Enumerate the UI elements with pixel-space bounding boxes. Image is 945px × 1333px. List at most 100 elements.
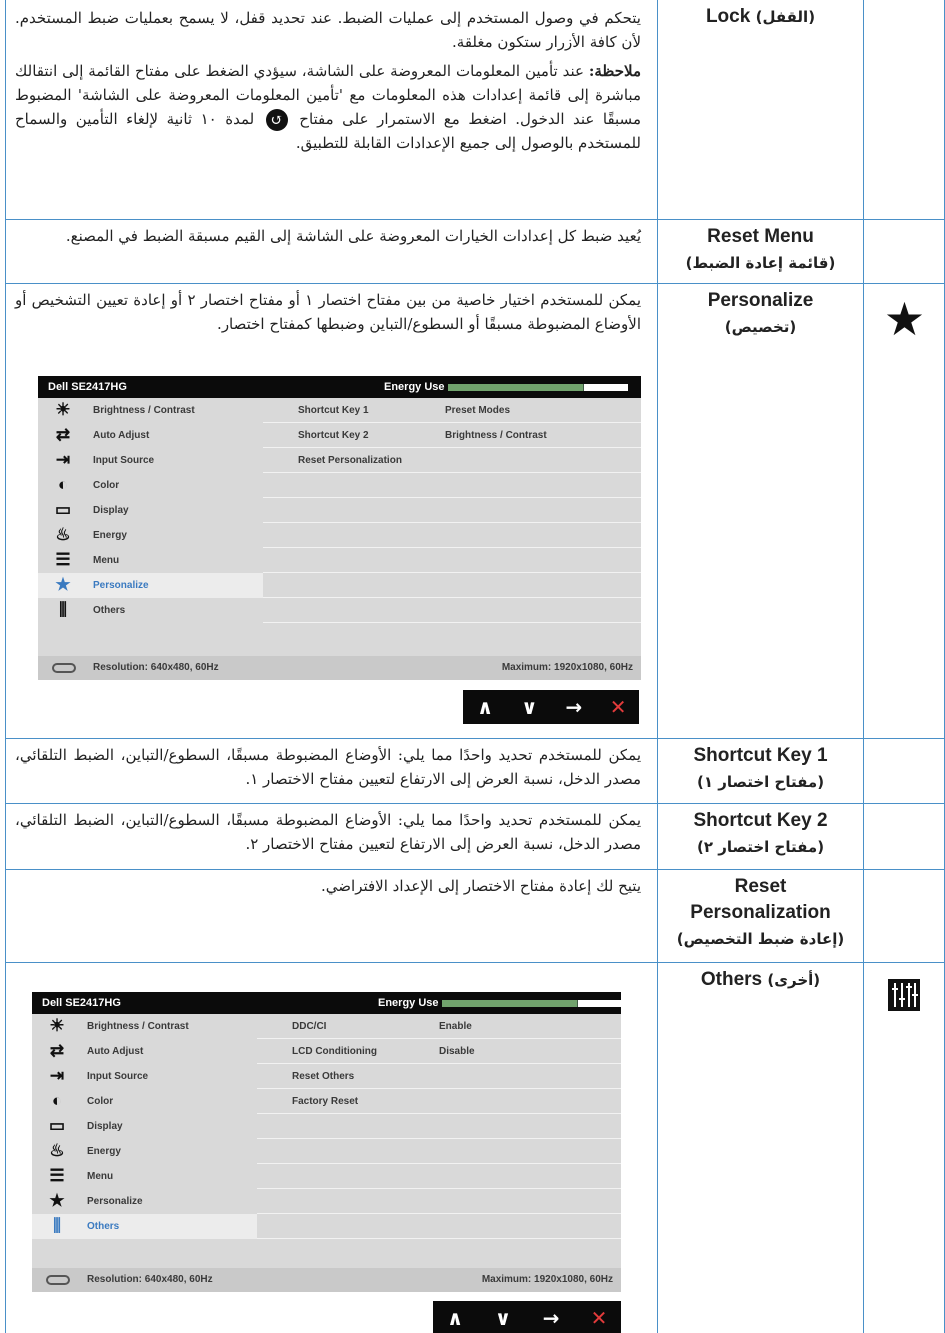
shortcut1-name-en: Shortcut Key 1 [693,745,828,766]
personalize-name: Personalize (تخصيص) [658,284,863,364]
lock-name: Lock (القفل) [658,0,863,219]
osd-option-label: Shortcut Key 1 [298,405,369,416]
shortcut2-description: يمكن للمستخدم تحديد واحدًا مما يلي: الأو… [5,804,657,869]
reset-personalization-name: Reset Personalization (إعادة ضبط التخصيص) [658,870,863,962]
osd-menu-item: ▭ Display [32,1114,257,1139]
energy-use-fill [442,1000,577,1007]
osd-submenu: DDC/CI Enable LCD Conditioning Disable Reset… [257,1014,621,1239]
table-divider-name [863,0,864,1333]
up-arrow-icon: ∧ [477,695,494,719]
osd-nav-buttons: ∧ ∨ → ✕ [433,1301,621,1333]
others-sliders-icon [864,975,945,1015]
osd-menu-item-label: Display [87,1121,123,1132]
osd-submenu-row: Factory Reset [257,1089,621,1114]
osd-option-label: Shortcut Key 2 [298,430,369,441]
osd-submenu: Shortcut Key 1 Preset Modes Shortcut Key 2… [263,398,641,623]
others-name-ar: (أخرى) [767,971,821,989]
osd-resolution: Resolution: 640x480, 60Hz [87,1274,213,1285]
display-icon: ▭ [48,1116,66,1135]
osd-main-menu: ☀ Brightness / Contrast ⇄ Auto Adjust ⇥ Input… [32,1014,257,1239]
energy-icon: ♨ [55,525,71,544]
osd-menu-item-label: Personalize [87,1196,143,1207]
osd-option-label: Reset Others [292,1071,355,1082]
reset-menu-description: يُعيد ضبط كل إعدادات الخيارات المعروضة ع… [5,220,657,283]
down-arrow-icon: ∨ [521,695,538,719]
others-sliders-icon: ⫼ [53,1216,61,1235]
osd-submenu-row [263,473,641,498]
shortcut1-name-ar: (مفتاح اختصار ١) [696,773,825,791]
osd-menu-item: ⇥ Input Source [32,1064,257,1089]
osd-menu-item-label: Input Source [93,455,155,466]
osd-menu-item-label: Personalize [93,580,149,591]
osd-max-resolution: Maximum: 1920x1080, 60Hz [501,662,633,673]
energy-use-bar [448,384,628,391]
auto-adjust-icon: ⇄ [55,425,71,444]
osd-submenu-row: Shortcut Key 1 Preset Modes [263,398,641,423]
osd-menu-item: ▭ Display [38,498,263,523]
osd-menu-item: ☀ Brightness / Contrast [32,1014,257,1039]
osd-menu-item: ☰ Menu [32,1164,257,1189]
osd-menu-item: ★ Personalize [38,573,263,598]
color-icon: ◐ [57,475,69,494]
osd-others-screenshot: Dell SE2417HG Energy Use ☀ Brightness / Con… [32,992,622,1292]
osd-submenu-row: Reset Others [257,1064,621,1089]
osd-menu-item: ◐ Color [32,1089,257,1114]
osd-menu-item-label: Brightness / Contrast [93,405,195,416]
osd-submenu-row: DDC/CI Enable [257,1014,621,1039]
osd-menu-item: ♨ Energy [32,1139,257,1164]
right-arrow-icon: → [542,1306,560,1330]
osd-submenu-row: Shortcut Key 2 Brightness / Contrast [263,423,641,448]
brightness-icon: ☀ [55,400,71,419]
star-icon: ★ [55,575,71,594]
lock-desc-text: يتحكم في وصول المستخدم إلى عمليات الضبط.… [15,9,641,51]
brightness-icon: ☀ [49,1016,65,1035]
energy-icon: ♨ [49,1141,65,1160]
close-icon: ✕ [609,695,627,719]
osd-submenu-row [257,1214,621,1239]
osd-option-label: LCD Conditioning [292,1046,377,1057]
osd-submenu-row [257,1164,621,1189]
osd-submenu-row [263,548,641,573]
osd-submenu-row [263,498,641,523]
display-icon: ▭ [54,500,72,519]
osd-menu-item: ☀ Brightness / Contrast [38,398,263,423]
menu-icon: ☰ [49,1166,65,1185]
osd-status-bar: Resolution: 640x480, 60Hz Maximum: 1920x1… [32,1268,621,1292]
osd-model-name: Dell SE2417HG [42,997,121,1009]
personalize-desc-text: يمكن للمستخدم اختيار خاصية من بين مفتاح … [15,291,641,333]
osd-menu-item-label: Color [93,480,120,491]
note-label: ملاحظة: [588,62,641,80]
osd-option-value: Enable [439,1021,472,1032]
energy-use-max [578,1000,622,1007]
vga-connector-icon [52,663,76,673]
osd-option-value: Disable [439,1046,475,1057]
personalize-name-ar: (تخصيص) [724,318,797,336]
reset-menu-desc-text: يُعيد ضبط كل إعدادات الخيارات المعروضة ع… [65,227,641,245]
reset-menu-name-en: Reset Menu [707,226,814,247]
osd-energy-label: Energy Use [378,997,439,1009]
osd-option-label: Reset Personalization [298,455,402,466]
osd-menu-item: ⫼ Others [32,1214,257,1239]
down-arrow-icon: ∨ [494,1306,512,1330]
osd-submenu-row: Reset Personalization [263,448,641,473]
osd-menu-item-label: Display [93,505,129,516]
osd-status-bar: Resolution: 640x480, 60Hz Maximum: 1920x1… [38,656,641,680]
others-name-en: Others [700,969,763,990]
osd-menu-item: ⫼ Others [38,598,263,623]
osd-model-name: Dell SE2417HG [48,381,127,393]
osd-submenu-row [257,1139,621,1164]
energy-use-max [584,384,628,391]
vga-connector-icon [46,1275,70,1285]
input-source-icon: ⇥ [49,1066,65,1085]
close-icon: ✕ [590,1306,608,1330]
osd-resolution: Resolution: 640x480, 60Hz [93,662,219,673]
osd-menu-item-label: Others [93,605,126,616]
osd-option-label: Factory Reset [292,1096,359,1107]
reset-menu-name: Reset Menu (قائمة إعادة الضبط) [658,220,863,283]
shortcut2-name-ar: (مفتاح اختصار ٢) [696,838,825,856]
shortcut1-name: Shortcut Key 1 (مفتاح اختصار ١) [658,739,863,803]
lock-name-en: Lock [705,6,751,27]
osd-nav-buttons: ∧ ∨ → ✕ [463,690,639,724]
osd-menu-item: ⇄ Auto Adjust [32,1039,257,1064]
star-icon: ★ [49,1191,65,1210]
